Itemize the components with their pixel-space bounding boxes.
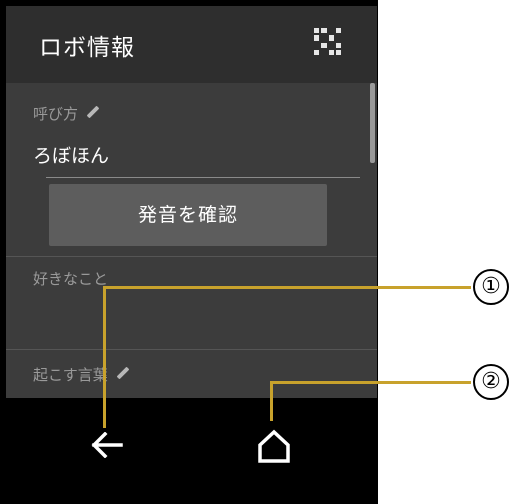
callout-line-1-horizontal: [103, 286, 471, 289]
nickname-value: ろぼほん: [33, 145, 110, 167]
callout-marker-1: ①: [473, 269, 509, 305]
divider: [6, 349, 377, 350]
callout-line-1-vertical: [103, 286, 106, 428]
likes-field[interactable]: 好きなこと: [33, 268, 108, 289]
pencil-icon[interactable]: [116, 366, 130, 379]
wake-word-label: 起こす言葉: [33, 366, 108, 384]
wake-word-field[interactable]: 起こす言葉: [33, 364, 130, 385]
callout-marker-2: ②: [473, 364, 509, 400]
app-bar: ロボ情報: [6, 6, 377, 83]
confirm-pronunciation-button[interactable]: 発音を確認: [49, 184, 327, 246]
divider: [6, 256, 377, 257]
screen: ロボ情報 呼び方 ろぼほん 発音を確認 好きなこと 起こす言葉: [6, 6, 377, 398]
scrollbar[interactable]: [370, 83, 375, 163]
callout-line-2-horizontal: [270, 381, 471, 384]
device-frame: ロボ情報 呼び方 ろぼほん 発音を確認 好きなこと 起こす言葉: [0, 0, 378, 504]
home-icon[interactable]: [256, 428, 292, 464]
qr-code-icon[interactable]: [314, 28, 341, 55]
likes-label: 好きなこと: [33, 270, 109, 288]
back-arrow-icon[interactable]: [91, 432, 123, 458]
page-title: ロボ情報: [39, 35, 135, 61]
nickname-field[interactable]: 呼び方: [33, 103, 100, 124]
callout-line-2-vertical: [270, 381, 273, 421]
pencil-icon[interactable]: [86, 105, 100, 118]
navigation-bar: [0, 398, 378, 504]
nickname-underline: [46, 177, 360, 178]
nickname-label: 呼び方: [33, 105, 79, 123]
